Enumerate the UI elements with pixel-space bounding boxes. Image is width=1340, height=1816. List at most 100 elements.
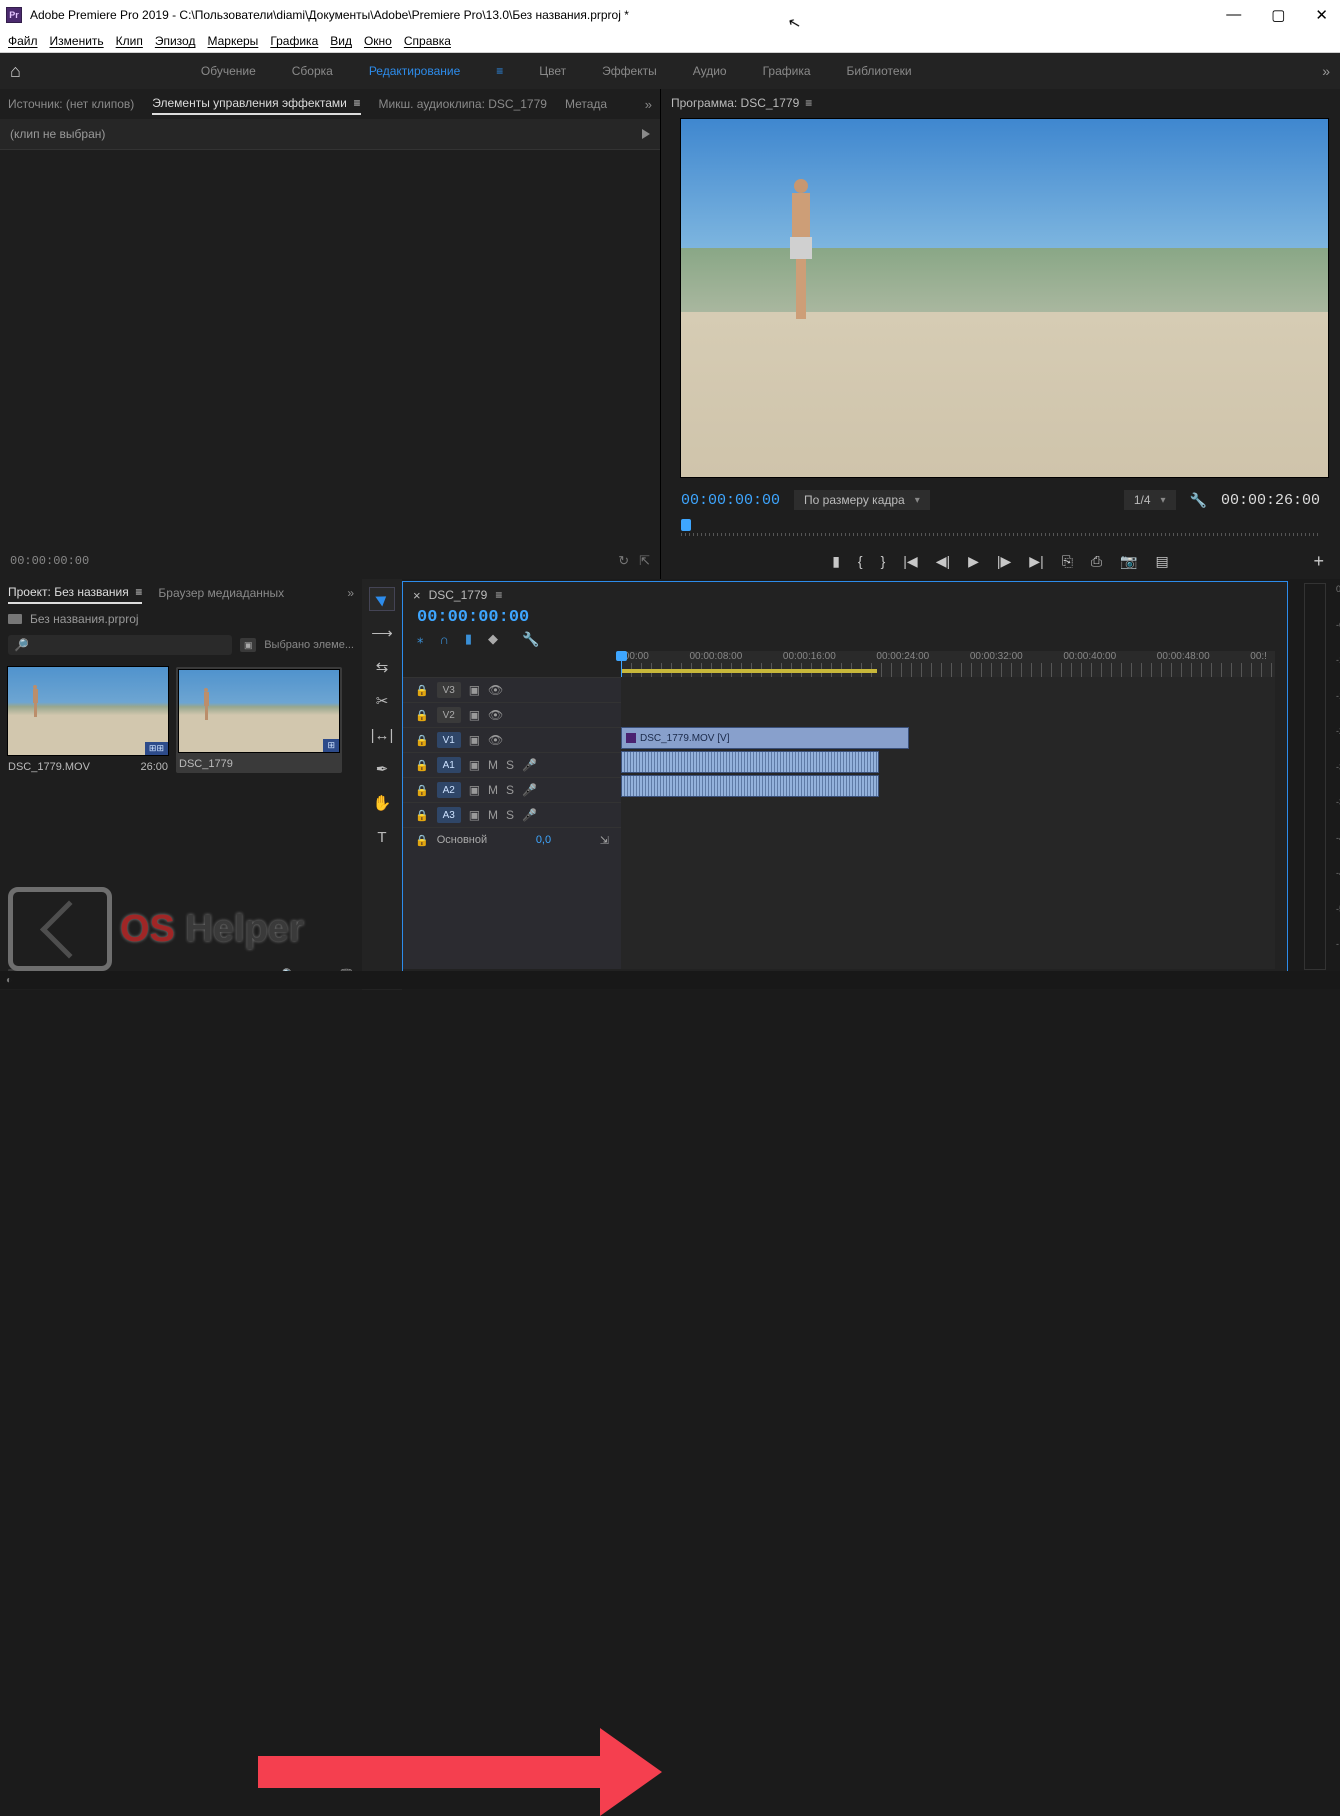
- ws-graphics[interactable]: Графика: [763, 64, 811, 78]
- button-editor-icon[interactable]: +: [1313, 551, 1324, 572]
- menu-edit[interactable]: Изменить: [50, 34, 104, 48]
- timeline-track-area[interactable]: DSC_1779.MOV [V]: [621, 677, 1275, 969]
- tl-settings-icon[interactable]: 🔧: [522, 631, 539, 648]
- project-search-input[interactable]: 🔎: [8, 635, 232, 655]
- filter-icon[interactable]: ▣: [240, 638, 256, 652]
- loop-icon[interactable]: ↻: [618, 554, 629, 569]
- resolution-dropdown[interactable]: 1/4▾: [1124, 490, 1176, 510]
- track-a1[interactable]: 🔒A1▣MS🎤: [403, 752, 621, 777]
- ws-effects[interactable]: Эффекты: [602, 64, 657, 78]
- menu-graphics[interactable]: Графика: [270, 34, 318, 48]
- menu-markers[interactable]: Маркеры: [207, 34, 258, 48]
- bin-item[interactable]: ⊞ DSC_1779: [176, 667, 342, 773]
- timeline-timecode[interactable]: 00:00:00:00: [403, 608, 1287, 627]
- add-marker-tl-icon[interactable]: ▮: [465, 631, 472, 647]
- program-scrubber[interactable]: [681, 519, 1320, 541]
- track-a3[interactable]: 🔒A3▣MS🎤: [403, 802, 621, 827]
- settings-icon[interactable]: 🔧: [1190, 492, 1207, 509]
- audio-clip[interactable]: [621, 775, 879, 797]
- mic-icon: 🎤: [522, 758, 537, 772]
- minimize-button[interactable]: —: [1220, 4, 1247, 26]
- tab-audio-mixer[interactable]: Микш. аудиоклипа: DSC_1779: [379, 94, 547, 114]
- effect-controls-body: (клип не выбран): [0, 119, 660, 150]
- maximize-button[interactable]: ▢: [1265, 4, 1291, 26]
- bin-dur: 26:00: [140, 761, 168, 773]
- play-icon[interactable]: ▶: [968, 553, 979, 570]
- expand-icon[interactable]: [642, 129, 650, 139]
- program-out-timecode: 00:00:26:00: [1221, 492, 1320, 509]
- type-tool[interactable]: T: [369, 825, 395, 849]
- menu-sequence[interactable]: Эпизод: [155, 34, 196, 48]
- pen-tool[interactable]: ✒: [369, 757, 395, 781]
- ws-libraries[interactable]: Библиотеки: [847, 64, 912, 78]
- playhead-handle[interactable]: [681, 519, 691, 531]
- sequence-menu-icon[interactable]: ≡: [495, 588, 502, 602]
- menu-view[interactable]: Вид: [330, 34, 352, 48]
- track-v3[interactable]: 🔒V3▣👁: [403, 677, 621, 702]
- playhead-icon[interactable]: [616, 651, 627, 661]
- track-a2[interactable]: 🔒A2▣MS🎤: [403, 777, 621, 802]
- track-select-tool[interactable]: ⟶: [369, 621, 395, 645]
- tab-metadata[interactable]: Метада: [565, 94, 607, 114]
- lift-icon[interactable]: ⎘: [1062, 553, 1073, 570]
- ripple-edit-tool[interactable]: ⇆: [369, 655, 395, 679]
- slip-tool[interactable]: |↔|: [369, 723, 395, 747]
- tool-palette: ⟶ ⇆ ✂ |↔| ✒ ✋ T: [362, 579, 402, 990]
- lock-icon: 🔒: [415, 734, 429, 747]
- track-v2[interactable]: 🔒V2▣👁: [403, 702, 621, 727]
- ws-editing-menu[interactable]: ≡: [496, 64, 503, 78]
- linked-selection-icon[interactable]: ∩: [440, 632, 449, 647]
- master-track[interactable]: 🔒Основной0,0⇲: [403, 827, 621, 852]
- program-monitor[interactable]: [681, 119, 1328, 477]
- add-marker-icon[interactable]: ▮: [832, 553, 840, 570]
- time-ruler[interactable]: :00:00 00:00:08:00 00:00:16:00 00:00:24:…: [621, 651, 1275, 677]
- title-bar: Pr Adobe Premiere Pro 2019 - C:\Пользова…: [0, 0, 1340, 30]
- menu-help[interactable]: Справка: [404, 34, 451, 48]
- menu-clip[interactable]: Клип: [116, 34, 143, 48]
- video-clip[interactable]: DSC_1779.MOV [V]: [621, 727, 909, 749]
- program-in-timecode[interactable]: 00:00:00:00: [681, 492, 780, 509]
- mark-in-icon[interactable]: {: [858, 553, 863, 569]
- export-frame-icon[interactable]: ⇱: [639, 554, 650, 569]
- razor-tool[interactable]: ✂: [369, 689, 395, 713]
- audio-clip[interactable]: [621, 751, 879, 773]
- source-tabs-overflow-icon[interactable]: »: [645, 97, 652, 112]
- step-forward-icon[interactable]: |▶: [997, 553, 1011, 570]
- sequence-name[interactable]: DSC_1779: [429, 588, 488, 602]
- close-button[interactable]: ✕: [1309, 4, 1334, 26]
- menu-window[interactable]: Окно: [364, 34, 392, 48]
- snap-icon[interactable]: ⁎: [417, 631, 424, 647]
- camera-icon[interactable]: 📷: [1120, 553, 1137, 570]
- zoom-dropdown[interactable]: По размеру кадра▾: [794, 490, 930, 510]
- tl-settings-marker-icon[interactable]: ◆: [488, 631, 498, 647]
- selection-tool[interactable]: [369, 587, 395, 611]
- comparison-icon[interactable]: ▤: [1156, 553, 1169, 570]
- tab-effect-controls[interactable]: Элементы управления эффектами ≡: [152, 93, 360, 115]
- workspace-bar: ⌂ Обучение Сборка Редактирование ≡ Цвет …: [0, 53, 1340, 89]
- hand-tool[interactable]: ✋: [369, 791, 395, 815]
- ws-audio[interactable]: Аудио: [693, 64, 727, 78]
- close-sequence-icon[interactable]: ×: [413, 588, 421, 603]
- ws-learn[interactable]: Обучение: [201, 64, 256, 78]
- go-to-in-icon[interactable]: |◀: [903, 553, 917, 570]
- step-back-icon[interactable]: ◀|: [936, 553, 950, 570]
- go-to-out-icon[interactable]: ▶|: [1029, 553, 1043, 570]
- ws-assembly[interactable]: Сборка: [292, 64, 333, 78]
- ws-overflow-icon[interactable]: »: [1322, 63, 1330, 79]
- project-overflow-icon[interactable]: »: [347, 586, 354, 600]
- program-menu-icon[interactable]: ≡: [805, 96, 812, 110]
- lock-icon: 🔒: [415, 759, 429, 772]
- lock-icon: 🔒: [415, 809, 429, 822]
- home-icon[interactable]: ⌂: [10, 61, 21, 82]
- track-v1[interactable]: 🔒V1▣👁: [403, 727, 621, 752]
- extract-icon[interactable]: ⎙: [1091, 553, 1102, 570]
- ws-color[interactable]: Цвет: [539, 64, 566, 78]
- tab-project[interactable]: Проект: Без названия ≡: [8, 582, 142, 604]
- bin-name: DSC_1779: [179, 758, 233, 770]
- mark-out-icon[interactable]: }: [881, 553, 886, 569]
- menu-file[interactable]: Файл: [8, 34, 38, 48]
- bin-item[interactable]: ⊞⊞ DSC_1779.MOV26:00: [8, 667, 168, 773]
- tab-media-browser[interactable]: Браузер медиаданных: [158, 583, 284, 603]
- tab-source[interactable]: Источник: (нет клипов): [8, 94, 134, 114]
- ws-editing[interactable]: Редактирование: [369, 64, 460, 78]
